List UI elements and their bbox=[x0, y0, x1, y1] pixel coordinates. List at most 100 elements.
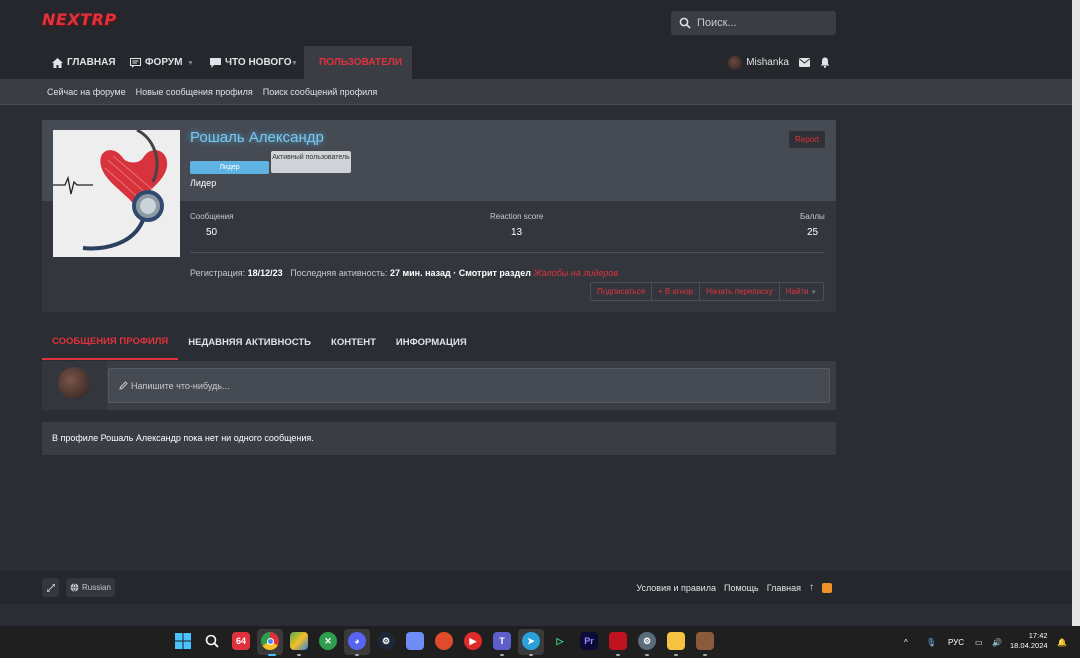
language-chooser[interactable]: Russian bbox=[66, 578, 115, 597]
clock[interactable]: 17:42 18.04.2024 bbox=[1010, 631, 1048, 651]
premiere-icon[interactable]: Pr bbox=[580, 632, 598, 650]
user-menu[interactable]: Mishanka bbox=[728, 55, 789, 70]
app-icon-blue[interactable] bbox=[406, 632, 424, 650]
tab-forum-label: Форум bbox=[145, 57, 183, 68]
registration-line: Регистрация: 18/12/23 Последняя активнос… bbox=[190, 268, 618, 278]
bell-icon[interactable] bbox=[820, 57, 830, 68]
stat-points-value[interactable]: 25 bbox=[807, 227, 818, 238]
notification-bell-icon[interactable]: 🔔 bbox=[1057, 626, 1067, 658]
settings-icon[interactable]: ⚙ bbox=[638, 632, 656, 650]
running-indicator bbox=[355, 654, 359, 656]
subnav-new-profile-posts[interactable]: Новые сообщения профиля bbox=[136, 87, 253, 97]
sub-navigation: Сейчас на форуме Новые сообщения профиля… bbox=[0, 79, 1072, 105]
subnav-online-now[interactable]: Сейчас на форуме bbox=[47, 87, 126, 97]
footer: Russian Условия и правила Помощь Главная… bbox=[0, 571, 1072, 604]
discord-icon[interactable]: ◕ bbox=[348, 632, 366, 650]
main-nav: Главная Форум ▼ Что нового ▼ Пользовател… bbox=[0, 46, 1072, 79]
bluestacks-icon[interactable] bbox=[290, 632, 308, 650]
windows-start-icon[interactable] bbox=[174, 632, 192, 650]
chrome-icon[interactable] bbox=[261, 632, 279, 650]
arrow-up-icon[interactable]: ↑ bbox=[809, 582, 814, 593]
rss-icon[interactable] bbox=[822, 582, 832, 593]
forum-caret-icon[interactable]: ▼ bbox=[187, 60, 194, 67]
globe-icon bbox=[70, 583, 79, 592]
footer-help-link[interactable]: Помощь bbox=[724, 583, 759, 593]
mic-icon[interactable]: 🎙 bbox=[926, 626, 936, 658]
users-icon bbox=[314, 62, 315, 63]
tray-chevron-icon[interactable]: ^ bbox=[904, 626, 908, 658]
avatar[interactable] bbox=[58, 367, 90, 399]
profile-actions: Подписаться + В игнор Начать переписку Н… bbox=[590, 282, 824, 301]
whats-new-caret-icon[interactable]: ▼ bbox=[291, 60, 298, 67]
reg-date: 18/12/23 bbox=[247, 268, 283, 278]
active-indicator bbox=[268, 654, 276, 656]
search-icon bbox=[679, 17, 691, 29]
teams-icon[interactable]: T bbox=[493, 632, 511, 650]
tab-whats-new[interactable]: Что нового bbox=[210, 46, 292, 79]
xbox-icon[interactable]: ✕ bbox=[319, 632, 337, 650]
play-icon[interactable]: ▷ bbox=[551, 632, 569, 650]
site-logo[interactable]: NEXTRP bbox=[42, 10, 116, 30]
telegram-icon[interactable]: ➤ bbox=[522, 632, 540, 650]
windows-taskbar: 64 ✕ ◕ ⚙ ▶ T ➤ ▷ Pr ⚙ ^ 🎙 РУС ▭ 🔊 17:42 … bbox=[0, 626, 1080, 658]
running-indicator bbox=[297, 654, 301, 656]
profile-avatar[interactable] bbox=[53, 130, 180, 257]
activity-section-link[interactable]: Жалобы на лидеров bbox=[533, 268, 618, 278]
tab-recent-activity[interactable]: Недавняя активность bbox=[178, 324, 321, 360]
footer-terms-link[interactable]: Условия и правила bbox=[636, 583, 716, 593]
tab-forum[interactable]: Форум bbox=[130, 46, 182, 79]
activity-label: Последняя активность: bbox=[290, 268, 388, 278]
footer-home-link[interactable]: Главная bbox=[767, 583, 801, 593]
compose-box: Напишите что-нибудь... bbox=[42, 361, 836, 410]
tab-content[interactable]: Контент bbox=[321, 324, 386, 360]
compose-avatar-cell bbox=[42, 361, 107, 410]
running-indicator bbox=[674, 654, 678, 656]
subnav-search-profile-posts[interactable]: Поиск сообщений профиля bbox=[263, 87, 377, 97]
compose-input[interactable]: Напишите что-нибудь... bbox=[108, 368, 830, 403]
ignore-button[interactable]: + В игнор bbox=[652, 283, 701, 300]
follow-button[interactable]: Подписаться bbox=[591, 283, 652, 300]
tab-users[interactable]: Пользователи bbox=[304, 46, 412, 79]
input-language[interactable]: РУС bbox=[948, 626, 964, 658]
profile-card: Рошаль Александр Лидер Активный пользова… bbox=[42, 120, 836, 312]
search-placeholder: Поиск... bbox=[697, 17, 737, 29]
report-button[interactable]: Report bbox=[789, 131, 825, 148]
tab-profile-posts[interactable]: Сообщения профиля bbox=[42, 324, 179, 360]
running-indicator bbox=[529, 654, 533, 656]
app-icon-photo[interactable] bbox=[696, 632, 714, 650]
app-icon-orange[interactable] bbox=[435, 632, 453, 650]
role-badge: Лидер bbox=[190, 161, 269, 174]
running-indicator bbox=[645, 654, 649, 656]
language-label: Russian bbox=[82, 583, 111, 592]
mail-icon[interactable] bbox=[799, 58, 810, 67]
expand-button[interactable] bbox=[42, 578, 59, 597]
stat-reaction-value[interactable]: 13 bbox=[511, 227, 522, 238]
steam-icon[interactable]: ⚙ bbox=[377, 632, 395, 650]
network-icon[interactable]: ▭ bbox=[975, 626, 983, 658]
reg-label: Регистрация: bbox=[190, 268, 246, 278]
profile-tabs: Сообщения профиля Недавняя активность Ко… bbox=[42, 324, 836, 360]
find-menu-button[interactable]: Найти ▼ bbox=[780, 283, 823, 300]
start-conversation-button[interactable]: Начать переписку bbox=[700, 283, 780, 300]
stat-messages-value[interactable]: 50 bbox=[206, 227, 217, 238]
app-icon-red[interactable] bbox=[609, 632, 627, 650]
stat-points-label: Баллы bbox=[800, 212, 825, 221]
tab-home[interactable]: Главная bbox=[52, 46, 116, 79]
home-icon bbox=[52, 57, 63, 68]
compose-placeholder: Напишите что-нибудь... bbox=[131, 380, 230, 391]
search-box[interactable]: Поиск... bbox=[671, 11, 836, 35]
running-indicator bbox=[500, 654, 504, 656]
active-user-badge: Активный пользователь bbox=[271, 151, 351, 173]
taskbar-search-icon[interactable] bbox=[203, 632, 221, 650]
tab-info[interactable]: Информация bbox=[386, 324, 477, 360]
activity-value: 27 мин. назад · Смотрит раздел bbox=[389, 268, 531, 278]
volume-icon[interactable]: 🔊 bbox=[992, 626, 1002, 658]
tab-home-label: Главная bbox=[67, 57, 116, 68]
profile-name: Рошаль Александр bbox=[190, 129, 324, 146]
clock-time: 17:42 bbox=[1028, 631, 1048, 640]
app-64-icon[interactable]: 64 bbox=[232, 632, 250, 650]
bottom-strip bbox=[0, 604, 1072, 626]
scrollbar[interactable] bbox=[1072, 0, 1080, 626]
file-explorer-icon[interactable] bbox=[667, 632, 685, 650]
youtube-music-icon[interactable]: ▶ bbox=[464, 632, 482, 650]
